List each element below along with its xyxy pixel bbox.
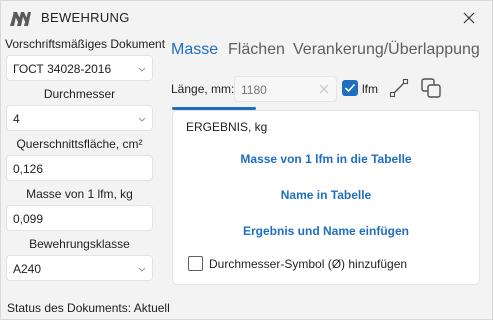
copy-icon[interactable] [419, 76, 443, 100]
tab-flaechen[interactable]: Flächen [228, 41, 285, 59]
mass-to-table-button[interactable]: Masse von 1 lfm in die Tabelle [173, 152, 479, 166]
result-title: ERGEBNIS, kg [186, 120, 268, 134]
insert-result-name-button[interactable]: Ergebnis und Name einfügen [173, 224, 479, 238]
mass-value: 0,099 [13, 212, 44, 226]
title-bar: BEWEHRUNG [1, 1, 492, 35]
area-field[interactable]: 0,126 [6, 155, 153, 181]
lfm-checkbox[interactable] [342, 80, 358, 96]
lfm-label: lfm [362, 82, 378, 96]
status-text: Status des Dokuments: Aktuell [7, 301, 170, 315]
rebar-class-value: A240 [13, 262, 42, 276]
checkmark-icon [344, 83, 356, 93]
diagonal-arrows-icon[interactable] [389, 78, 409, 98]
mass-label: Masse von 1 lfm, kg [26, 187, 133, 201]
area-value: 0,126 [13, 162, 44, 176]
document-label: Vorschriftsmäßiges Dokument [5, 37, 166, 51]
app-logo-icon [10, 12, 31, 26]
tab-masse[interactable]: Masse [171, 41, 218, 59]
chevron-down-icon [138, 267, 146, 272]
clear-icon[interactable] [318, 83, 330, 95]
close-icon [463, 12, 475, 24]
length-label: Länge, mm: [171, 82, 235, 96]
result-panel: ERGEBNIS, kg Masse von 1 lfm in die Tabe… [172, 110, 480, 285]
tab-verankerung[interactable]: Verankerung/Überlappung [293, 41, 480, 59]
bewehrung-window: BEWEHRUNG Vorschriftsmäßiges Dokument ГО… [0, 0, 493, 320]
diameter-symbol-checkbox[interactable] [188, 256, 203, 271]
length-field [234, 76, 337, 102]
window-title: BEWEHRUNG [41, 10, 130, 25]
document-select[interactable]: ГОСТ 34028-2016 [6, 55, 153, 81]
mass-field[interactable]: 0,099 [6, 205, 153, 231]
name-to-table-button[interactable]: Name in Tabelle [173, 188, 479, 202]
diameter-symbol-label: Durchmesser-Symbol (Ø) hinzufügen [209, 257, 408, 271]
document-value: ГОСТ 34028-2016 [13, 62, 112, 76]
close-button[interactable] [457, 6, 481, 30]
diameter-select[interactable]: 4 [6, 105, 153, 131]
chevron-down-icon [138, 117, 146, 122]
area-label: Querschnittsfläche, cm² [16, 137, 143, 151]
rebar-class-select[interactable]: A240 [6, 255, 153, 281]
length-input[interactable] [241, 81, 311, 99]
chevron-down-icon [138, 67, 146, 72]
rebar-class-label: Bewehrungsklasse [29, 237, 130, 251]
diameter-label: Durchmesser [43, 87, 116, 101]
diameter-value: 4 [13, 112, 20, 126]
